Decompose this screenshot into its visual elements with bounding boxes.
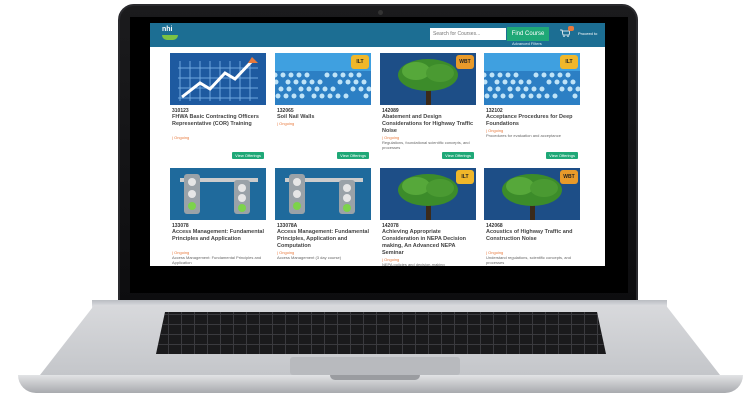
course-title[interactable]: Acceptance Procedures for Deep Foundatio… <box>486 114 578 128</box>
course-card[interactable]: WBT 142068 Acoustics of Highway Traffic an… <box>484 168 580 266</box>
browser-screen: nhi Find Course Advanced Filters Proceed… <box>150 23 605 266</box>
course-title[interactable]: Acoustics of Highway Traffic and Constru… <box>486 229 578 243</box>
course-type-badge: ILT <box>456 170 474 184</box>
course-image[interactable] <box>170 53 266 105</box>
course-title[interactable]: Access Management: Fundamental Principle… <box>277 229 369 250</box>
course-description: Access Management (3 day course) <box>277 255 342 260</box>
course-type-badge: ILT <box>351 55 369 69</box>
course-type-badge: WBT <box>456 55 474 69</box>
course-card[interactable]: 310123 FHWA Basic Contracting Officers Re… <box>170 53 266 163</box>
course-type-badge: ILT <box>560 55 578 69</box>
course-status: | Ongoing <box>172 135 190 140</box>
course-title[interactable]: Achieving Appropriate Consideration in N… <box>382 229 474 257</box>
trackpad <box>290 357 460 375</box>
course-card[interactable]: ILT 142078 Achieving Appropriate Considera… <box>380 168 476 266</box>
view-offerings-button[interactable]: View Offerings <box>546 152 578 159</box>
course-description: Regulations, foundational scientific con… <box>382 140 470 150</box>
course-description: Access Management: Fundamental Principle… <box>172 255 262 265</box>
view-offerings-button[interactable]: View Offerings <box>337 152 369 159</box>
find-course-button[interactable]: Find Course <box>507 27 549 41</box>
laptop-scene: nhi Find Course Advanced Filters Proceed… <box>0 0 749 409</box>
course-title[interactable]: FHWA Basic Contracting Officers Represen… <box>172 114 264 128</box>
course-card[interactable]: ILT 132065 Soil Nail Walls | Ongoing View Of… <box>275 53 371 163</box>
course-image[interactable] <box>170 168 266 220</box>
course-card[interactable]: ILT 132102 Acceptance Procedures for Deep … <box>484 53 580 163</box>
course-description: Procedures for evaluation and acceptance <box>486 133 561 138</box>
course-type-badge: WBT <box>560 170 578 184</box>
course-card[interactable]: 133078A Access Management: Fundamental Pr… <box>275 168 371 266</box>
course-title[interactable]: Access Management: Fundamental Principle… <box>172 229 264 243</box>
logo-swoosh-icon <box>162 35 178 40</box>
proceed-link[interactable]: Proceed to <box>578 31 597 36</box>
course-card[interactable]: WBT 142089 Abatement and Design Considerat… <box>380 53 476 163</box>
keyboard <box>156 312 606 354</box>
course-grid: 310123 FHWA Basic Contracting Officers Re… <box>150 47 605 266</box>
advanced-filters-link[interactable]: Advanced Filters <box>512 41 542 46</box>
site-header: nhi Find Course Advanced Filters Proceed… <box>150 23 605 47</box>
logo-text: nhi <box>162 26 173 33</box>
course-status: | Ongoing <box>277 121 295 126</box>
view-offerings-button[interactable]: View Offerings <box>442 152 474 159</box>
course-title[interactable]: Abatement and Design Considerations for … <box>382 114 474 135</box>
course-search-input[interactable] <box>430 28 506 40</box>
course-description: NEPA policies and decision-making <box>382 262 445 266</box>
site-logo[interactable]: nhi <box>162 26 186 42</box>
view-offerings-button[interactable]: View Offerings <box>232 152 264 159</box>
course-title[interactable]: Soil Nail Walls <box>277 114 369 121</box>
lid-notch <box>330 375 420 380</box>
cart-count-badge <box>568 26 574 31</box>
course-card[interactable]: 133078 Access Management: Fundamental Pri… <box>170 168 266 266</box>
course-image[interactable] <box>275 168 371 220</box>
course-description: Understand regulations, scientific conce… <box>486 255 571 265</box>
webcam <box>378 10 383 15</box>
